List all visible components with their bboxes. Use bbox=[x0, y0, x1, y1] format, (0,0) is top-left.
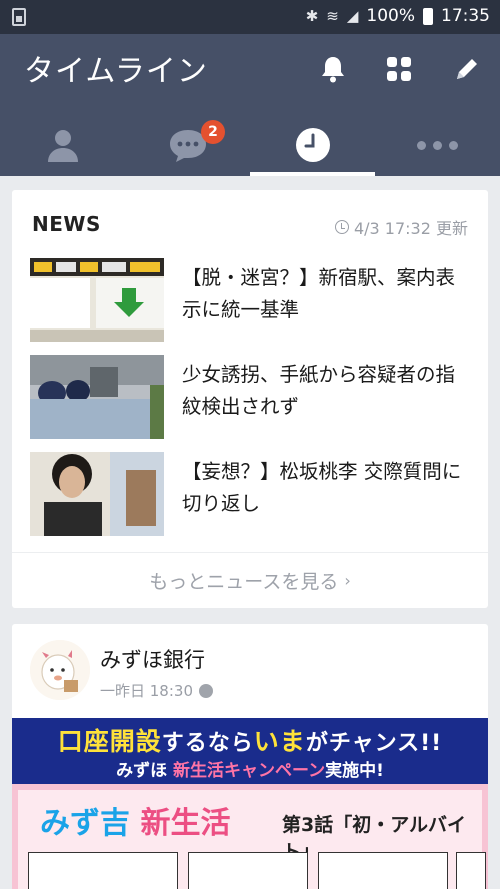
banner-text: するなら bbox=[161, 731, 254, 756]
news-thumbnail bbox=[30, 355, 164, 439]
news-item[interactable]: 少女誘拐、手紙から容疑者の指紋検出されず bbox=[30, 355, 470, 439]
person-icon bbox=[47, 130, 78, 162]
banner-subline: みずほ 新生活キャンペーン実施中! bbox=[12, 756, 488, 781]
banner-text: みずほ bbox=[116, 761, 173, 781]
news-card: NEWS 4/3 17:32 更新 【脱・迷宮？】新宿駅、案内表示に統一基準 少… bbox=[12, 190, 488, 608]
wifi-icon: ≋ bbox=[326, 7, 339, 25]
post-author[interactable]: みずほ銀行 bbox=[100, 644, 205, 674]
more-news-label: もっとニュースを見る bbox=[149, 571, 339, 593]
battery-icon bbox=[423, 7, 433, 25]
notification-bell-icon[interactable] bbox=[318, 54, 348, 84]
services-grid-icon[interactable] bbox=[384, 54, 414, 84]
globe-icon bbox=[199, 683, 213, 698]
post-time: 一昨日 18:30 bbox=[100, 682, 193, 700]
more-news-link[interactable]: もっとニュースを見る › bbox=[12, 552, 488, 608]
news-thumbnail bbox=[30, 258, 164, 342]
signal-icon: ◢ bbox=[346, 7, 359, 25]
page-title: タイムライン bbox=[24, 54, 208, 89]
status-right: ✱ ≋ ◢ 100% 17:35 bbox=[306, 6, 490, 26]
comic-panel bbox=[318, 852, 448, 889]
battery-percent: 100% bbox=[366, 6, 415, 26]
post-meta: 一昨日 18:30 bbox=[100, 680, 213, 701]
news-title: 少女誘拐、手紙から容疑者の指紋検出されず bbox=[182, 363, 456, 418]
tab-timeline[interactable] bbox=[250, 114, 375, 176]
app-header: タイムライン 2 bbox=[0, 34, 500, 176]
main-tabs: 2 bbox=[0, 114, 500, 176]
active-tab-indicator bbox=[250, 172, 375, 176]
banner-text: 口座開設 bbox=[57, 727, 162, 756]
news-item[interactable]: 【妄想？】松坂桃李 交際質問に切り返し bbox=[30, 452, 470, 536]
news-updated-text: 4/3 17:32 更新 bbox=[353, 219, 468, 238]
banner-campaign: 口座開設するならいまがチャンス!! みずほ 新生活キャンペーン実施中! bbox=[12, 718, 488, 784]
timeline-post: みずほ銀行 一昨日 18:30 口座開設するならいまがチャンス!! みずほ 新生… bbox=[12, 624, 488, 889]
tab-chats[interactable]: 2 bbox=[125, 114, 250, 176]
banner-comic: みず吉 新生活 第3話「初・アルバイト」 bbox=[12, 784, 488, 889]
compose-pencil-icon[interactable] bbox=[452, 54, 482, 84]
comic-title: みず吉 新生活 bbox=[40, 798, 230, 842]
clock-icon bbox=[295, 128, 330, 162]
comic-panel bbox=[188, 852, 308, 889]
clock-icon bbox=[334, 220, 349, 234]
banner-text: がチャンス!! bbox=[305, 731, 443, 756]
banner-text: 実施中! bbox=[325, 761, 384, 781]
more-dots-icon bbox=[417, 140, 458, 150]
banner-headline: 口座開設するならいまがチャンス!! bbox=[12, 722, 488, 758]
chevron-right-icon: › bbox=[344, 571, 351, 590]
avatar[interactable] bbox=[30, 640, 90, 700]
banner-text: いま bbox=[253, 727, 306, 756]
status-bar: ✱ ≋ ◢ 100% 17:35 bbox=[0, 0, 500, 34]
news-heading: NEWS bbox=[32, 212, 101, 236]
news-title: 【妄想？】松坂桃李 交際質問に切り返し bbox=[182, 460, 462, 515]
comic-title-b: 新生活 bbox=[140, 806, 231, 841]
news-updated: 4/3 17:32 更新 bbox=[334, 215, 468, 239]
tab-friends[interactable] bbox=[0, 114, 125, 176]
news-title: 【脱・迷宮？】新宿駅、案内表示に統一基準 bbox=[182, 266, 456, 321]
comic-panel bbox=[28, 852, 178, 889]
comic-title-a: みず吉 bbox=[40, 806, 141, 841]
comic-background: みず吉 新生活 第3話「初・アルバイト」 bbox=[18, 790, 486, 889]
tab-more[interactable] bbox=[375, 114, 500, 176]
unread-badge: 2 bbox=[201, 120, 225, 144]
comic-panel bbox=[456, 852, 486, 889]
news-item[interactable]: 【脱・迷宮？】新宿駅、案内表示に統一基準 bbox=[30, 258, 470, 342]
sim-card-icon bbox=[12, 8, 26, 26]
news-thumbnail bbox=[30, 452, 164, 536]
banner-text: 新生活キャンペーン bbox=[173, 761, 326, 781]
post-banner-image[interactable]: 口座開設するならいまがチャンス!! みずほ 新生活キャンペーン実施中! みず吉 … bbox=[12, 718, 488, 889]
status-time: 17:35 bbox=[441, 6, 490, 26]
bluetooth-icon: ✱ bbox=[305, 7, 319, 25]
